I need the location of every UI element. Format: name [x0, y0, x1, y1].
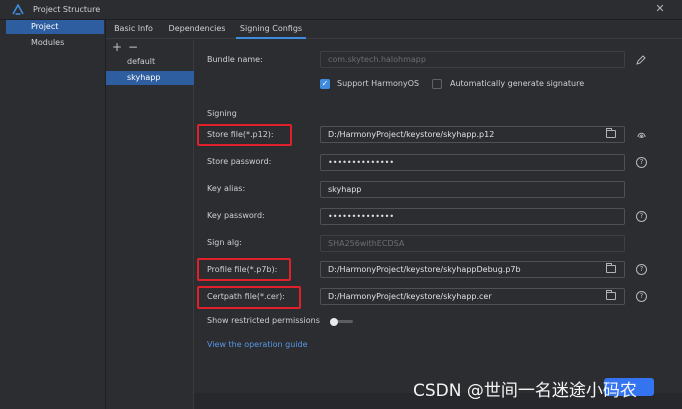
- edit-icon[interactable]: [636, 55, 646, 65]
- tab-bar: Basic Info Dependencies Signing Configs: [106, 20, 682, 39]
- toggle-knob: [330, 318, 338, 326]
- window-title: Project Structure: [33, 5, 101, 14]
- store-password-label: Store password:: [207, 157, 272, 166]
- tab-basic-info[interactable]: Basic Info: [113, 23, 154, 39]
- key-alias-field[interactable]: skyhapp: [320, 181, 625, 198]
- store-file-value: D:/HarmonyProject/keystore/skyhapp.p12: [328, 130, 495, 139]
- operation-guide-link[interactable]: View the operation guide: [207, 340, 308, 349]
- close-icon[interactable]: ✕: [653, 2, 667, 16]
- key-password-label: Key password:: [207, 211, 265, 220]
- profile-file-field[interactable]: D:/HarmonyProject/keystore/skyhappDebug.…: [320, 261, 625, 278]
- modules-panel: + − default skyhapp: [106, 40, 194, 409]
- bundle-name-label: Bundle name:: [207, 55, 263, 64]
- folder-icon[interactable]: [606, 290, 616, 300]
- help-icon[interactable]: ?: [636, 291, 647, 302]
- csdn-watermark: CSDN @世间一名迷途小码农: [413, 381, 637, 401]
- signing-section-title: Signing: [207, 109, 237, 118]
- module-item-default[interactable]: default: [106, 55, 194, 69]
- certpath-file-label: Certpath file(*.cer):: [207, 292, 285, 301]
- bundle-name-field: com.skytech.halohmapp: [320, 51, 625, 68]
- support-harmonyos-checkbox[interactable]: ✓: [320, 79, 330, 89]
- title-bar: Project Structure ✕: [0, 0, 682, 20]
- folder-icon[interactable]: [606, 128, 616, 138]
- folder-icon[interactable]: [606, 263, 616, 273]
- store-password-field[interactable]: ••••••••••••••: [320, 154, 625, 171]
- support-harmonyos-label: Support HarmonyOS: [337, 79, 420, 88]
- module-item-skyhapp[interactable]: skyhapp: [106, 71, 194, 85]
- store-file-label: Store file(*.p12):: [207, 130, 274, 139]
- certpath-file-value: D:/HarmonyProject/keystore/skyhapp.cer: [328, 292, 492, 301]
- remove-icon[interactable]: −: [128, 40, 138, 54]
- show-restricted-permissions-label: Show restricted permissions: [207, 316, 320, 325]
- store-file-field[interactable]: D:/HarmonyProject/keystore/skyhapp.p12: [320, 126, 625, 143]
- auto-signature-label: Automatically generate signature: [450, 79, 585, 88]
- harmonyos-logo-icon: [12, 4, 24, 15]
- left-nav: Project Modules: [0, 20, 106, 409]
- help-icon[interactable]: ?: [636, 157, 647, 168]
- tab-dependencies[interactable]: Dependencies: [167, 23, 227, 39]
- certpath-file-field[interactable]: D:/HarmonyProject/keystore/skyhapp.cer: [320, 288, 625, 305]
- profile-file-label: Profile file(*.p7b):: [207, 265, 278, 274]
- nav-item-project[interactable]: Project: [6, 20, 104, 34]
- sign-alg-field: SHA256withECDSA: [320, 235, 625, 252]
- key-password-field[interactable]: ••••••••••••••: [320, 208, 625, 225]
- nav-item-modules[interactable]: Modules: [6, 36, 104, 50]
- auto-signature-checkbox[interactable]: [432, 79, 442, 89]
- fingerprint-icon[interactable]: [636, 129, 647, 140]
- profile-file-value: D:/HarmonyProject/keystore/skyhappDebug.…: [328, 265, 521, 274]
- key-alias-label: Key alias:: [207, 184, 246, 193]
- help-icon[interactable]: ?: [636, 211, 647, 222]
- add-icon[interactable]: +: [112, 40, 122, 54]
- sign-alg-label: Sign alg:: [207, 238, 242, 247]
- show-restricted-permissions-toggle[interactable]: [330, 318, 353, 326]
- tab-signing-configs[interactable]: Signing Configs: [236, 23, 306, 39]
- help-icon[interactable]: ?: [636, 264, 647, 275]
